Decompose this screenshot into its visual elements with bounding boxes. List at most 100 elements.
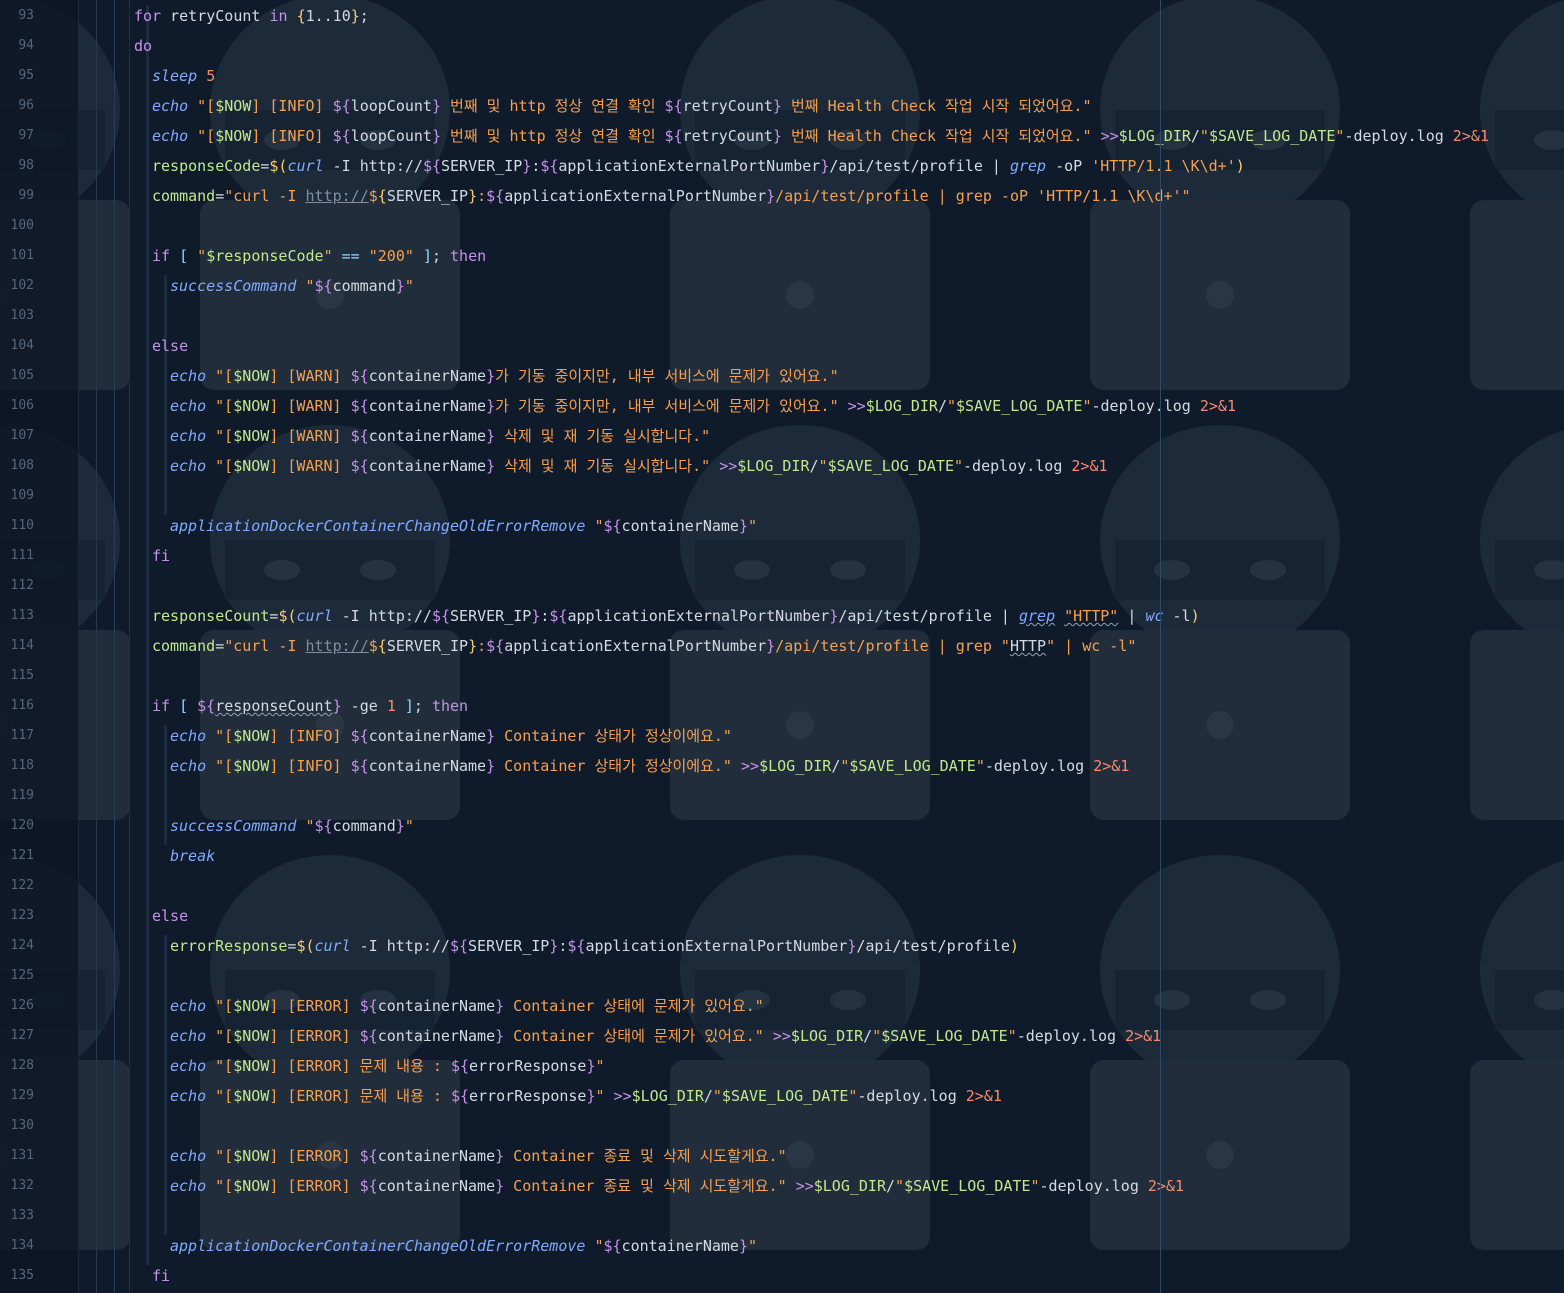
- code-token: ${: [350, 367, 369, 385]
- code-token: loopCount: [350, 127, 432, 145]
- line-number: 125: [10, 968, 34, 983]
- code-line[interactable]: else: [152, 331, 188, 361]
- code-token: command: [152, 187, 216, 205]
- code-token: ${: [359, 1147, 378, 1165]
- code-line[interactable]: do: [134, 31, 152, 61]
- code-line[interactable]: echo "[$NOW] [ERROR] ${containerName} Co…: [170, 1141, 787, 1171]
- code-token: errorResponse: [469, 1087, 587, 1105]
- code-token: $: [368, 187, 378, 205]
- code-line[interactable]: echo "[$NOW] [WARN] ${containerName} 삭제 …: [170, 421, 710, 451]
- code-token: " | wc -l": [1046, 637, 1137, 655]
- code-line[interactable]: responseCount=$(curl -I http://${SERVER_…: [152, 601, 1200, 631]
- code-line[interactable]: fi: [152, 1261, 170, 1291]
- code-token: retryCount: [682, 97, 773, 115]
- code-token: applicationDockerContainerChangeOldError…: [170, 1237, 595, 1255]
- code-token: ${: [540, 157, 559, 175]
- code-token: ${: [422, 157, 441, 175]
- code-area[interactable]: for retryCount in {1..10}; do sleep 5 echo …: [78, 0, 1564, 1293]
- code-line[interactable]: echo "[$NOW] [INFO] ${loopCount} 번째 및 ht…: [152, 121, 1489, 151]
- code-token: loopCount: [350, 97, 432, 115]
- line-number: 100: [10, 218, 34, 233]
- code-token: Container 상태가 정상이에요.": [495, 757, 741, 775]
- code-line[interactable]: if [ ${responseCount} -ge 1 ]; then: [152, 691, 468, 721]
- code-line[interactable]: for retryCount in {1..10};: [134, 1, 369, 31]
- code-token: fi: [152, 1267, 171, 1285]
- code-token: ${: [197, 697, 216, 715]
- code-token: containerName: [377, 1147, 496, 1165]
- code-line[interactable]: echo "[$NOW] [WARN] ${containerName}가 기동…: [170, 361, 839, 391]
- code-line[interactable]: errorResponse=$(curl -I http://${SERVER_…: [170, 931, 1019, 961]
- code-token: containerName: [377, 997, 496, 1015]
- code-token: /api/test/profile |: [829, 157, 1010, 175]
- code-line[interactable]: fi: [152, 541, 170, 571]
- code-token: ${: [567, 937, 586, 955]
- line-number-gutter[interactable]: 93 94 95 96 97 98 99 100 101 102 103 104 105 106 107 10…: [0, 0, 79, 1293]
- code-line[interactable]: responseCode=$(curl -I http://${SERVER_I…: [152, 151, 1245, 181]
- code-token: do: [134, 37, 153, 55]
- code-token: 2>&1: [1093, 757, 1130, 775]
- code-token: 번째 및 http 정상 연결 확인: [441, 97, 665, 115]
- line-number: 116: [10, 698, 34, 713]
- code-token: else: [152, 907, 189, 925]
- code-line[interactable]: echo "[$NOW] [ERROR] 문제 내용 : ${errorResp…: [170, 1051, 605, 1081]
- code-token: ] [INFO]: [251, 97, 333, 115]
- code-token: 가 기동 중이지만, 내부 서비스에 문제가 있어요.": [495, 397, 848, 415]
- code-line[interactable]: if [ "$responseCode" == "200" ]; then: [152, 241, 486, 271]
- code-line[interactable]: echo "[$NOW] [INFO] ${loopCount} 번째 및 ht…: [152, 91, 1092, 121]
- code-line[interactable]: echo "[$NOW] [WARN] ${containerName} 삭제 …: [170, 451, 1108, 481]
- code-token: ": [595, 1087, 614, 1105]
- code-token: grep: [1009, 157, 1056, 175]
- line-number: 123: [10, 908, 34, 923]
- code-token: in: [269, 7, 297, 25]
- code-token: if: [152, 247, 180, 265]
- code-line[interactable]: applicationDockerContainerChangeOldError…: [170, 1231, 757, 1261]
- code-token: ${: [350, 397, 369, 415]
- code-token: SERVER_IP: [386, 637, 469, 655]
- code-line[interactable]: echo "[$NOW] [INFO] ${containerName} Con…: [170, 721, 732, 751]
- indent-guide: [129, 0, 130, 1293]
- code-line[interactable]: echo "[$NOW] [INFO] ${containerName} Con…: [170, 751, 1129, 781]
- code-token: /api/test/profile | grep ": [775, 637, 1010, 655]
- code-line[interactable]: applicationDockerContainerChangeOldError…: [170, 511, 757, 541]
- code-token: /: [937, 397, 947, 415]
- code-token: |: [1118, 607, 1146, 625]
- code-token: 삭제 및 재 기동 실시합니다.": [495, 427, 711, 445]
- code-token: ${: [332, 97, 351, 115]
- code-token: }: [350, 7, 360, 25]
- code-token: }: [486, 757, 496, 775]
- code-line[interactable]: echo "[$NOW] [ERROR] ${containerName} Co…: [170, 991, 764, 1021]
- line-number: 112: [10, 578, 34, 593]
- code-line[interactable]: break: [170, 841, 215, 871]
- code-line[interactable]: successCommand "${command}": [170, 271, 414, 301]
- code-token: ": [872, 1027, 882, 1045]
- code-token: -deploy.log: [1016, 1027, 1126, 1045]
- code-token: echo: [170, 1087, 216, 1105]
- code-token: "200": [368, 247, 423, 265]
- code-token: }: [531, 607, 541, 625]
- code-line[interactable]: echo "[$NOW] [ERROR] ${containerName} Co…: [170, 1021, 1161, 1051]
- code-token: 2>&1: [965, 1087, 1002, 1105]
- code-token: ${: [486, 637, 505, 655]
- code-token: "[: [215, 1027, 234, 1045]
- line-number: 115: [10, 668, 34, 683]
- code-editor[interactable]: 93 94 95 96 97 98 99 100 101 102 103 104 105 106 107 10…: [0, 0, 1564, 1293]
- code-token: 번째 및 http 정상 연결 확인: [441, 127, 665, 145]
- code-line[interactable]: echo "[$NOW] [WARN] ${containerName}가 기동…: [170, 391, 1236, 421]
- code-token: ;: [431, 247, 451, 265]
- code-token: responseCount: [152, 607, 270, 625]
- code-line[interactable]: echo "[$NOW] [ERROR] 문제 내용 : ${errorResp…: [170, 1081, 1002, 1111]
- code-token: ": [323, 247, 342, 265]
- line-number: 101: [10, 248, 34, 263]
- code-line[interactable]: successCommand "${command}": [170, 811, 414, 841]
- code-token: echo: [170, 757, 216, 775]
- code-token: /: [1190, 127, 1200, 145]
- code-token: -ge: [341, 697, 387, 715]
- code-line[interactable]: sleep 5: [152, 61, 215, 91]
- code-line[interactable]: command="curl -I http://${SERVER_IP}:${a…: [152, 181, 1191, 211]
- code-line[interactable]: echo "[$NOW] [ERROR] ${containerName} Co…: [170, 1171, 1184, 1201]
- code-token: :: [477, 637, 487, 655]
- code-token: command: [152, 637, 216, 655]
- code-line[interactable]: command="curl -I http://${SERVER_IP}:${a…: [152, 631, 1136, 661]
- code-token: }: [468, 187, 478, 205]
- code-line[interactable]: else: [152, 901, 188, 931]
